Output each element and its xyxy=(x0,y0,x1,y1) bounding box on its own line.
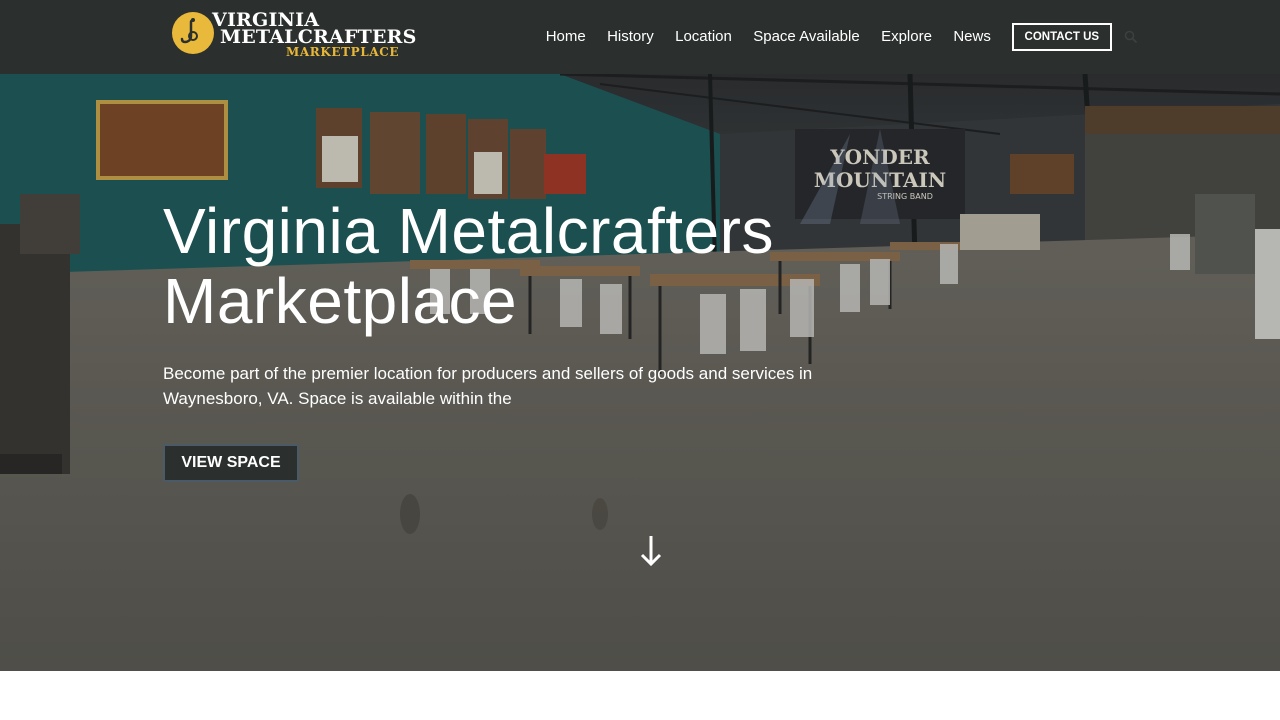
view-space-button[interactable]: VIEW SPACE xyxy=(163,444,299,482)
hero-title: Virginia Metalcrafters Marketplace xyxy=(163,196,923,336)
hero-section: YONDER MOUNTAIN STRING BAND Virginia Met… xyxy=(0,74,1280,671)
contact-us-button[interactable]: CONTACT US xyxy=(1011,23,1113,51)
site-header: VIRGINIA METALCRAFTERS MARKETPLACE Home … xyxy=(0,0,1280,74)
site-logo[interactable]: VIRGINIA METALCRAFTERS MARKETPLACE xyxy=(170,8,416,60)
hero-title-line2: Marketplace xyxy=(163,265,518,337)
logo-text-marketplace: MARKETPLACE xyxy=(286,45,400,59)
nav-home[interactable]: Home xyxy=(535,0,596,74)
nav-history[interactable]: History xyxy=(596,0,664,74)
nav-space-available[interactable]: Space Available xyxy=(743,0,871,74)
nav-location[interactable]: Location xyxy=(664,0,742,74)
arrow-down-icon[interactable] xyxy=(639,534,663,568)
hero-subtitle: Become part of the premier location for … xyxy=(163,364,813,408)
hero-title-line1: Virginia Metalcrafters xyxy=(163,195,774,267)
nav-news[interactable]: News xyxy=(943,0,1002,74)
nav-explore[interactable]: Explore xyxy=(870,0,942,74)
main-nav: Home History Location Space Available Ex… xyxy=(535,0,1138,74)
bell-logo-icon xyxy=(172,12,214,54)
search-icon[interactable] xyxy=(1124,30,1138,44)
content-section-start xyxy=(0,671,1280,720)
